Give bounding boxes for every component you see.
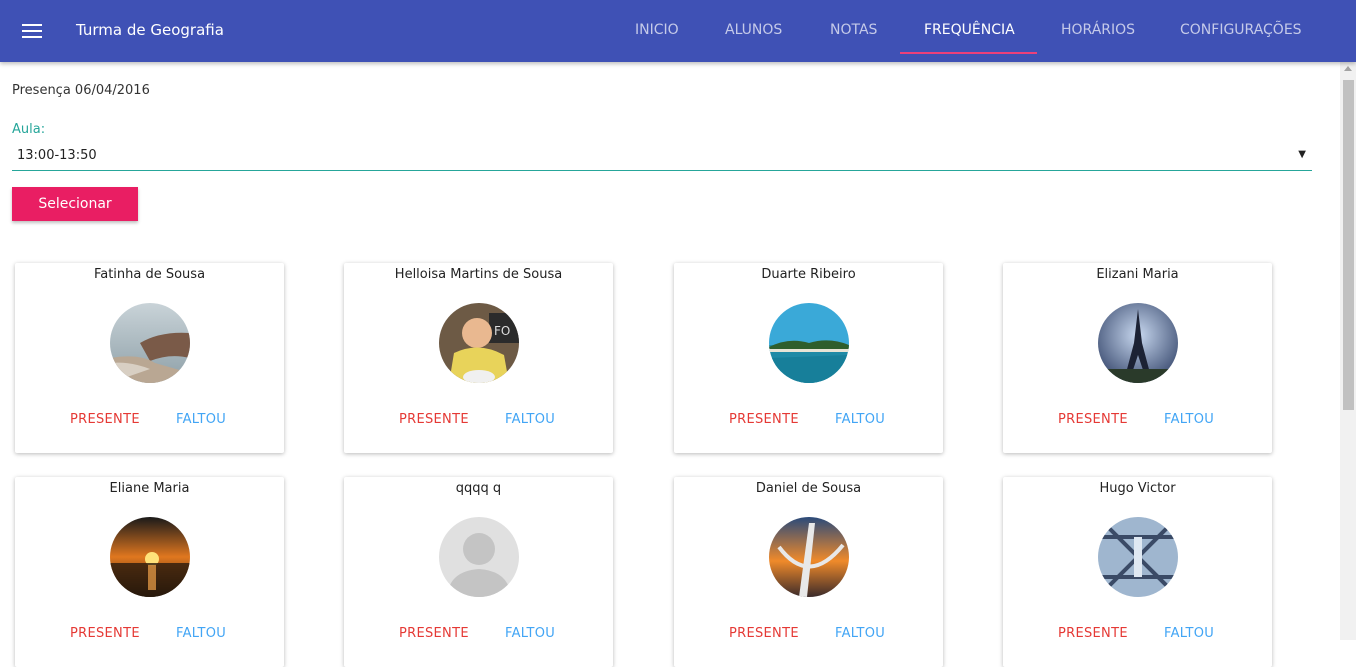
nav-tabs: INICIO ALUNOS NOTAS FREQUÊNCIA HORÁRIOS … xyxy=(0,0,1356,62)
select-class-button[interactable]: Selecionar xyxy=(12,187,138,221)
scroll-up-arrow-icon[interactable] xyxy=(1344,66,1352,71)
student-photo xyxy=(769,303,849,383)
student-photo xyxy=(110,303,190,383)
class-select-label: Aula: xyxy=(12,122,46,137)
absent-button[interactable]: FALTOU xyxy=(1164,412,1214,427)
student-name: qqqq q xyxy=(455,481,502,496)
app-bar: Turma de Geografia INICIO ALUNOS NOTAS F… xyxy=(0,0,1356,62)
present-button[interactable]: PRESENTE xyxy=(1058,412,1128,427)
present-button[interactable]: PRESENTE xyxy=(399,412,469,427)
student-card: Daniel de Sousa PRESENTE FALTOU xyxy=(674,477,943,667)
student-name: Helloisa Martins de Sousa xyxy=(394,267,563,282)
student-card: Hugo Victor PRESENTE FALTOU xyxy=(1003,477,1272,667)
present-button[interactable]: PRESENTE xyxy=(70,412,140,427)
student-card: Helloisa Martins de Sousa FO PRESENTE FA… xyxy=(344,263,613,453)
student-card: Eliane Maria PRESENTE FALTOU xyxy=(15,477,284,667)
student-name: Hugo Victor xyxy=(1099,481,1176,496)
class-select-value: 13:00-13:50 xyxy=(17,148,97,163)
student-name: Daniel de Sousa xyxy=(755,481,862,496)
tab-horarios[interactable]: HORÁRIOS xyxy=(1061,22,1135,38)
present-button[interactable]: PRESENTE xyxy=(70,626,140,641)
attendance-date: Presença 06/04/2016 xyxy=(12,83,150,98)
present-button[interactable]: PRESENTE xyxy=(399,626,469,641)
tab-notas[interactable]: NOTAS xyxy=(830,22,877,38)
absent-button[interactable]: FALTOU xyxy=(505,412,555,427)
student-card: Fatinha de Sousa PRESENTE FALTOU xyxy=(15,263,284,453)
absent-button[interactable]: FALTOU xyxy=(505,626,555,641)
absent-button[interactable]: FALTOU xyxy=(176,626,226,641)
absent-button[interactable]: FALTOU xyxy=(835,626,885,641)
present-button[interactable]: PRESENTE xyxy=(729,412,799,427)
student-photo xyxy=(1098,303,1178,383)
tab-frequencia[interactable]: FREQUÊNCIA xyxy=(924,22,1015,38)
absent-button[interactable]: FALTOU xyxy=(835,412,885,427)
student-card: Elizani Maria PRESENTE FALTOU xyxy=(1003,263,1272,453)
dropdown-arrow-icon: ▼ xyxy=(1298,149,1306,160)
student-photo: FO xyxy=(439,303,519,383)
student-card: qqqq q PRESENTE FALTOU xyxy=(344,477,613,667)
student-photo xyxy=(1098,517,1178,597)
student-name: Duarte Ribeiro xyxy=(761,267,856,282)
tab-inicio[interactable]: INICIO xyxy=(635,22,679,38)
student-photo xyxy=(769,517,849,597)
student-card: Duarte Ribeiro PRESENTE FALTOU xyxy=(674,263,943,453)
active-tab-indicator xyxy=(900,52,1037,54)
tab-configuracoes[interactable]: CONFIGURAÇÕES xyxy=(1180,22,1302,38)
student-name: Elizani Maria xyxy=(1096,267,1179,282)
present-button[interactable]: PRESENTE xyxy=(729,626,799,641)
scrollbar-thumb[interactable] xyxy=(1343,80,1354,410)
default-avatar-icon xyxy=(439,517,519,597)
class-select[interactable]: 13:00-13:50 ▼ xyxy=(12,144,1312,171)
present-button[interactable]: PRESENTE xyxy=(1058,626,1128,641)
svg-text:FO: FO xyxy=(494,324,510,338)
tab-alunos[interactable]: ALUNOS xyxy=(725,22,782,38)
student-name: Eliane Maria xyxy=(109,481,190,496)
absent-button[interactable]: FALTOU xyxy=(1164,626,1214,641)
student-photo xyxy=(110,517,190,597)
absent-button[interactable]: FALTOU xyxy=(176,412,226,427)
student-name: Fatinha de Sousa xyxy=(93,267,206,282)
